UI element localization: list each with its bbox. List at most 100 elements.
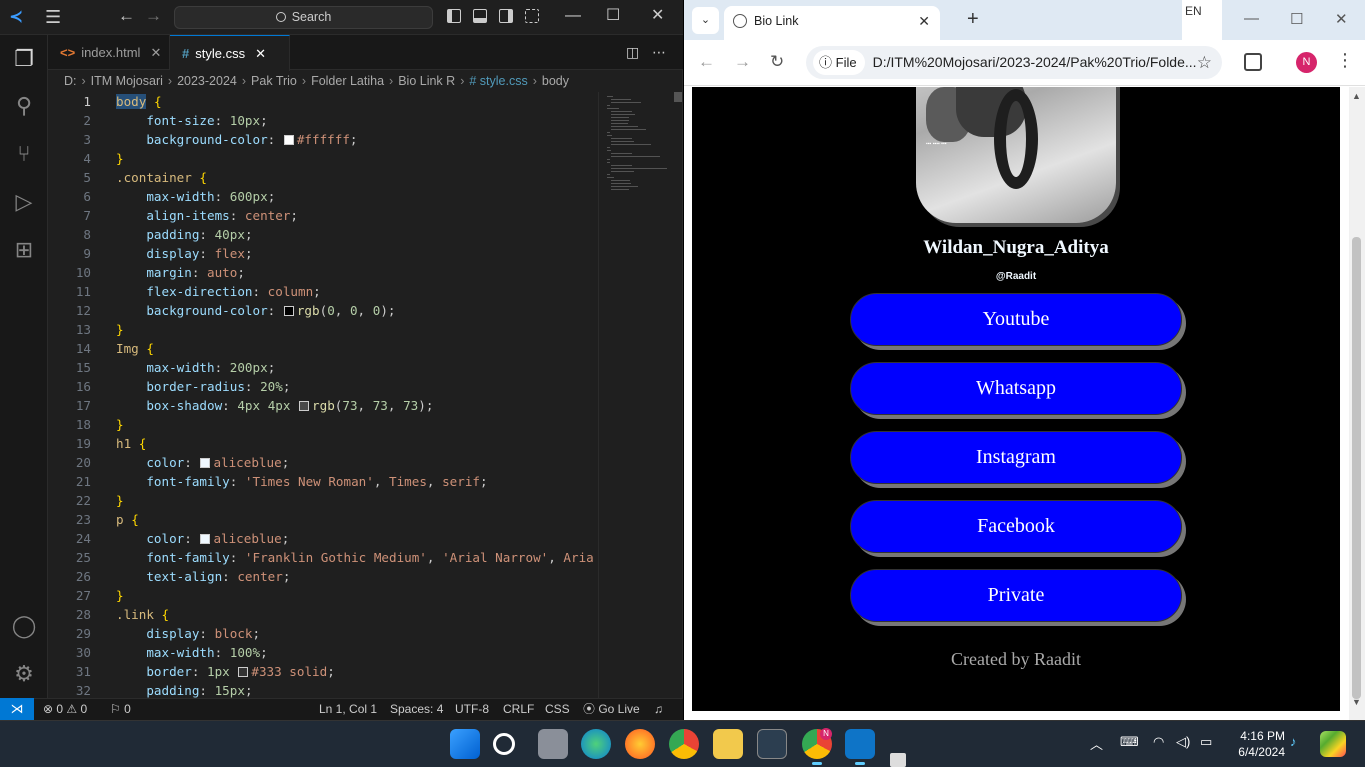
link-youtube-button[interactable]: Youtube: [850, 293, 1182, 346]
code-line[interactable]: 18}: [48, 415, 598, 434]
minimap[interactable]: [598, 92, 674, 698]
code-line[interactable]: 30 max-width: 100%;: [48, 643, 598, 662]
code-line[interactable]: 32 padding: 15px;: [48, 681, 598, 698]
code-line[interactable]: 21 font-family: 'Times New Roman', Times…: [48, 472, 598, 491]
code-line[interactable]: 14 Img {: [48, 339, 598, 358]
tab-style-css[interactable]: # style.css ✕: [170, 35, 290, 71]
code-line[interactable]: 5 .container {: [48, 168, 598, 187]
language-mode[interactable]: CSS: [545, 699, 570, 720]
profile-avatar[interactable]: N: [1296, 52, 1317, 73]
code-line[interactable]: 9 display: flex;: [48, 244, 598, 263]
close-tab-icon[interactable]: ✕: [150, 45, 161, 60]
command-search-box[interactable]: Search: [174, 6, 433, 29]
hamburger-menu-icon[interactable]: ☰: [45, 7, 61, 27]
code-line[interactable]: 11 flex-direction: column;: [48, 282, 598, 301]
volume-icon[interactable]: ◁): [1176, 734, 1190, 750]
breadcrumb-item[interactable]: 2023-2024: [177, 74, 237, 88]
toggle-secondary-sidebar-icon[interactable]: [499, 9, 513, 23]
keyboard-icon[interactable]: ⌨: [1120, 734, 1139, 750]
code-editor[interactable]: 1 body {2 font-size: 10px; 3 background-co…: [48, 92, 598, 698]
bookmark-star-icon[interactable]: ☆: [1197, 46, 1212, 79]
link-whatsapp-button[interactable]: Whatsapp: [850, 362, 1182, 415]
code-line[interactable]: 1 body {: [48, 92, 598, 111]
tab-search-chevron-icon[interactable]: ⌄: [692, 7, 719, 34]
wifi-icon[interactable]: ◠: [1153, 734, 1164, 750]
scroll-down-icon[interactable]: ▼: [1352, 697, 1361, 707]
go-live-button[interactable]: ⦿ Go Live: [583, 699, 640, 720]
show-hidden-icons-chevron-icon[interactable]: ︿: [1090, 734, 1103, 753]
toggle-panel-icon[interactable]: [473, 9, 487, 23]
code-line[interactable]: 26 text-align: center;: [48, 567, 598, 586]
system-clock[interactable]: 4:16 PM 6/4/2024: [1225, 728, 1285, 760]
remote-indicator-icon[interactable]: ⋊: [0, 698, 34, 720]
problems-indicator[interactable]: ⊗ 0 ⚠ 0: [43, 699, 87, 720]
breadcrumb-item[interactable]: body: [542, 74, 569, 88]
code-line[interactable]: 15 max-width: 200px;: [48, 358, 598, 377]
firefox-icon[interactable]: [625, 729, 655, 759]
close-tab-icon[interactable]: ✕: [255, 46, 266, 61]
split-editor-icon[interactable]: ◫: [626, 44, 639, 61]
site-info-chip[interactable]: ⓘ File: [813, 50, 865, 75]
file-explorer-icon[interactable]: [713, 729, 743, 759]
editor-scrollbar[interactable]: [674, 92, 682, 102]
toggle-primary-sidebar-icon[interactable]: [447, 9, 461, 23]
code-line[interactable]: 23 p {: [48, 510, 598, 529]
browser-tab[interactable]: Bio Link ✕: [724, 6, 940, 40]
start-windows-icon[interactable]: [450, 729, 480, 759]
edge-icon[interactable]: [581, 729, 611, 759]
close-window-icon[interactable]: ✕: [1335, 10, 1348, 28]
back-arrow-icon[interactable]: ←: [698, 52, 715, 72]
breadcrumb-item[interactable]: Folder Latiha: [311, 74, 384, 88]
run-debug-icon[interactable]: ▷: [10, 188, 38, 216]
code-line[interactable]: 28 .link {: [48, 605, 598, 624]
language-indicator[interactable]: EN: [1182, 0, 1222, 40]
breadcrumb-item[interactable]: ITM Mojosari: [91, 74, 163, 88]
source-control-icon[interactable]: ⑂: [10, 140, 38, 168]
settings-gear-icon[interactable]: ⚙: [10, 660, 38, 688]
notifications-bell-icon[interactable]: ♪: [1290, 734, 1297, 749]
chrome-icon[interactable]: [669, 729, 699, 759]
code-line[interactable]: 27}: [48, 586, 598, 605]
code-line[interactable]: 19 h1 {: [48, 434, 598, 453]
code-line[interactable]: 13}: [48, 320, 598, 339]
back-arrow-icon[interactable]: ←: [118, 6, 135, 26]
encoding[interactable]: UTF-8: [455, 699, 489, 720]
chrome-menu-icon[interactable]: ⋮: [1336, 50, 1354, 71]
code-line[interactable]: 25 font-family: 'Franklin Gothic Medium'…: [48, 548, 598, 567]
code-line[interactable]: 16 border-radius: 20%;: [48, 377, 598, 396]
code-line[interactable]: 20 color: aliceblue;: [48, 453, 598, 472]
code-line[interactable]: 29 display: block;: [48, 624, 598, 643]
battery-icon[interactable]: ▭: [1200, 734, 1212, 750]
code-line[interactable]: 31 border: 1px #333 solid;: [48, 662, 598, 681]
task-view-icon[interactable]: [538, 729, 568, 759]
code-line[interactable]: 12 background-color: rgb(0, 0, 0);: [48, 301, 598, 320]
accounts-icon[interactable]: ◯: [10, 612, 38, 640]
maximize-icon[interactable]: ☐: [606, 7, 620, 25]
breadcrumb-item[interactable]: # style.css: [469, 74, 527, 88]
link-instagram-button[interactable]: Instagram: [850, 431, 1182, 484]
explorer-icon[interactable]: ❐: [10, 45, 38, 73]
scroll-up-icon[interactable]: ▲: [1352, 91, 1361, 101]
forward-arrow-icon[interactable]: →: [734, 52, 751, 72]
code-line[interactable]: 6 max-width: 600px;: [48, 187, 598, 206]
close-icon[interactable]: ✕: [651, 7, 664, 25]
code-line[interactable]: 17 box-shadow: 4px 4px rgb(73, 73, 73);: [48, 396, 598, 415]
minimize-icon[interactable]: —: [1244, 10, 1259, 27]
customize-layout-icon[interactable]: [525, 9, 539, 23]
scrollbar-thumb[interactable]: [1352, 237, 1361, 699]
search-icon[interactable]: [493, 733, 515, 755]
code-line[interactable]: 8 padding: 40px;: [48, 225, 598, 244]
reload-icon[interactable]: ↻: [770, 52, 784, 72]
link-facebook-button[interactable]: Facebook: [850, 500, 1182, 553]
code-line[interactable]: 2 font-size: 10px;: [48, 111, 598, 130]
code-line[interactable]: 22}: [48, 491, 598, 510]
code-line[interactable]: 3 background-color: #ffffff;: [48, 130, 598, 149]
link-private-button[interactable]: Private: [850, 569, 1182, 622]
extensions-icon[interactable]: ⊞: [10, 236, 38, 264]
address-bar[interactable]: ⓘ File D:/ITM%20Mojosari/2023-2024/Pak%20…: [806, 46, 1222, 79]
maximize-icon[interactable]: ☐: [1290, 10, 1303, 28]
tab-index-html[interactable]: <> index.html ✕: [48, 35, 170, 70]
new-tab-plus-icon[interactable]: +: [967, 8, 979, 31]
code-line[interactable]: 4}: [48, 149, 598, 168]
notifications-bell-icon[interactable]: ♫: [654, 699, 663, 720]
